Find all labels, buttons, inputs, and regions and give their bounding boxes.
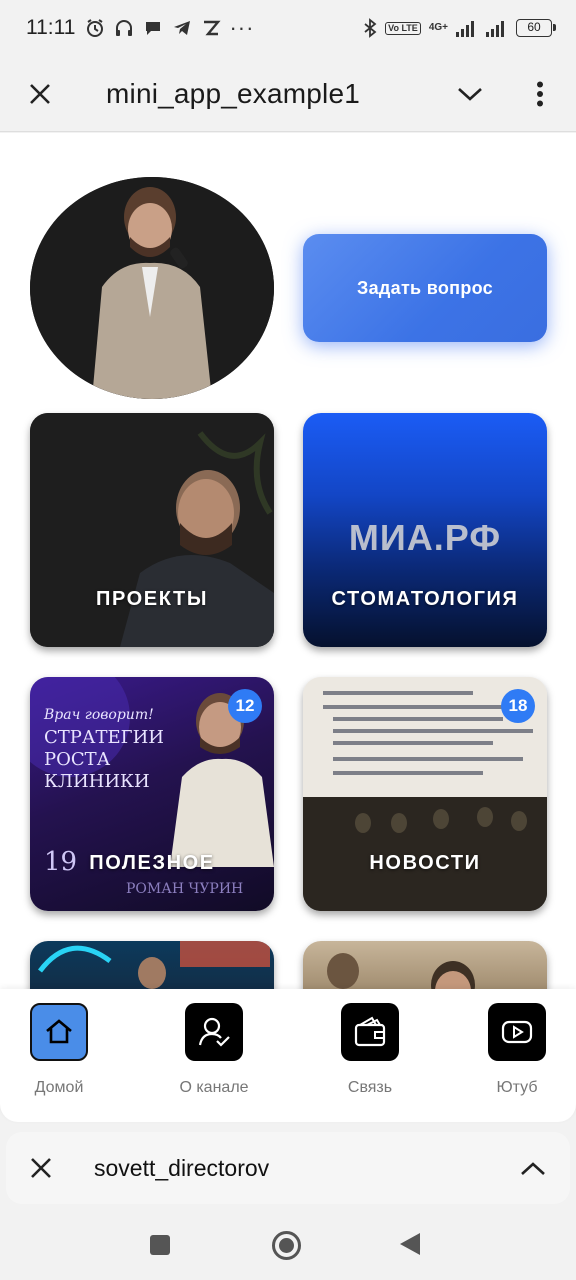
more-notifications-icon: ··· bbox=[229, 15, 255, 40]
network-type: 4G+ bbox=[428, 22, 448, 33]
alarm-icon bbox=[87, 19, 104, 37]
more-menu-button[interactable] bbox=[518, 74, 562, 114]
tab-youtube[interactable]: Ютуб bbox=[462, 1003, 572, 1097]
projects-photo bbox=[30, 413, 274, 647]
close-icon bbox=[31, 1158, 51, 1178]
tile-useful[interactable]: Врач говорит! СТРАТЕГИИ РОСТА КЛИНИКИ 19… bbox=[30, 677, 274, 911]
tab-contact[interactable]: Связь bbox=[315, 1003, 425, 1097]
bottom-tab-bar: Домой О канале Связь Ютуб bbox=[0, 989, 576, 1122]
tile-label: СТОМАТОЛОГИЯ bbox=[331, 588, 519, 610]
close-minimized-button[interactable] bbox=[6, 1157, 76, 1179]
youtube-icon bbox=[488, 1003, 546, 1061]
neon-photo bbox=[38, 941, 270, 989]
notification-icons bbox=[85, 18, 221, 38]
close-icon bbox=[30, 83, 50, 104]
page-title: mini_app_example1 bbox=[106, 77, 361, 109]
tab-label: Ютуб bbox=[496, 1079, 538, 1096]
tile-dentistry[interactable]: МИА.РФ СТОМАТОЛОГИЯ bbox=[303, 413, 547, 647]
tile-label: ПОЛЕЗНОЕ bbox=[89, 852, 215, 874]
more-vertical-icon bbox=[537, 81, 543, 107]
recents-button[interactable] bbox=[150, 1235, 170, 1255]
minimized-app-title: sovett_directorov bbox=[94, 1154, 270, 1181]
home-icon bbox=[30, 1003, 88, 1061]
count-badge: 18 bbox=[501, 689, 535, 723]
avatar bbox=[30, 177, 274, 399]
speaker-photo bbox=[30, 177, 274, 399]
home-button[interactable] bbox=[272, 1231, 301, 1260]
app-bar: mini_app_example1 bbox=[0, 56, 576, 132]
chevron-up-icon bbox=[521, 1162, 545, 1175]
tile-partial-left[interactable] bbox=[30, 941, 274, 989]
tile-label: ПРОЕКТЫ bbox=[95, 588, 209, 610]
close-button[interactable] bbox=[0, 56, 80, 132]
poster-line: СТРАТЕГИИ bbox=[44, 727, 164, 748]
back-button[interactable] bbox=[400, 1233, 420, 1255]
poster-name: РОМАН ЧУРИН bbox=[126, 881, 244, 897]
user-check-icon bbox=[185, 1003, 243, 1061]
audience-photo bbox=[327, 953, 475, 989]
tile-label: НОВОСТИ bbox=[369, 852, 481, 874]
expand-button[interactable] bbox=[518, 1154, 548, 1184]
wallet-icon bbox=[341, 1003, 399, 1061]
system-nav-bar bbox=[0, 1210, 576, 1280]
tab-label: Связь bbox=[347, 1079, 393, 1096]
tab-about[interactable]: О канале bbox=[159, 1003, 269, 1097]
tab-label: Домой bbox=[34, 1079, 84, 1096]
app-icon bbox=[204, 20, 221, 36]
headphones-icon bbox=[116, 20, 133, 36]
poster-tagline: Врач говорит! bbox=[44, 707, 154, 723]
tab-home[interactable]: Домой bbox=[4, 1003, 114, 1097]
tile-news[interactable]: 18 НОВОСТИ bbox=[303, 677, 547, 911]
status-bar: 11:11 ··· Vo LTE 4G+ 60 bbox=[0, 0, 576, 56]
minimized-app-bar[interactable]: sovett_directorov bbox=[6, 1132, 570, 1204]
signal-icon bbox=[456, 21, 474, 37]
chevron-down-icon bbox=[458, 88, 482, 101]
signal-icon-2 bbox=[486, 21, 504, 37]
tab-label: О канале bbox=[179, 1079, 249, 1096]
telegram-icon bbox=[174, 21, 191, 35]
collapse-button[interactable] bbox=[446, 74, 494, 114]
poster-line: КЛИНИКИ bbox=[44, 771, 150, 792]
tile-projects[interactable]: ПРОЕКТЫ bbox=[30, 413, 274, 647]
tile-partial-right[interactable] bbox=[303, 941, 547, 989]
status-time: 11:11 bbox=[26, 16, 76, 39]
bluetooth-icon bbox=[364, 18, 377, 38]
poster-line: РОСТА bbox=[44, 749, 111, 770]
ask-question-button[interactable]: Задать вопрос bbox=[303, 234, 547, 342]
chat-icon bbox=[146, 22, 161, 35]
main-content[interactable]: Задать вопрос ПРОЕКТЫ МИА.РФ СТОМАТОЛОГИ… bbox=[0, 133, 576, 989]
mia-logo: МИА.РФ bbox=[348, 517, 502, 558]
volte-badge: Vo LTE bbox=[385, 21, 421, 35]
battery-indicator: 60 bbox=[516, 19, 556, 37]
count-badge: 12 bbox=[228, 689, 262, 723]
system-icons: Vo LTE 4G+ 60 bbox=[363, 18, 556, 38]
